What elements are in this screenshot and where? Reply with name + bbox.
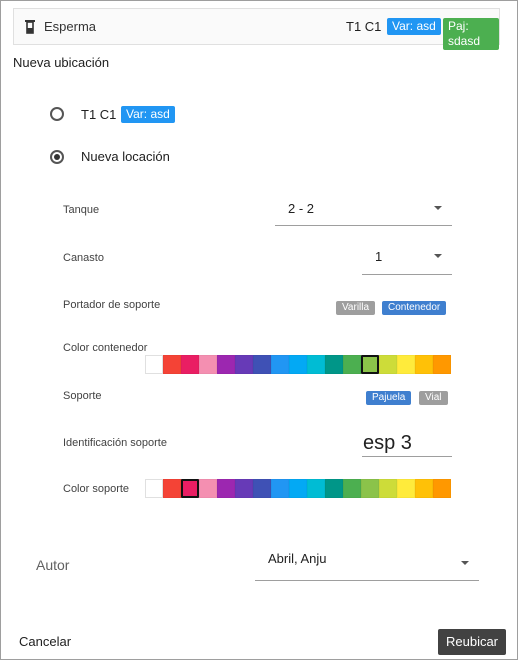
color-soporte-swatch[interactable] bbox=[271, 479, 289, 498]
dialog: Esperma T1 C1 Var: asd Paj: sdasd Nueva … bbox=[0, 0, 518, 660]
tanque-label: Tanque bbox=[63, 204, 100, 216]
straw-badge: Paj: sdasd bbox=[443, 18, 499, 50]
color-soporte-swatch[interactable] bbox=[199, 479, 217, 498]
canasto-value: 1 bbox=[375, 249, 383, 264]
flask-icon bbox=[25, 20, 35, 34]
radio-new-location[interactable] bbox=[50, 150, 64, 164]
option-contenedor[interactable]: Contenedor bbox=[382, 301, 447, 315]
radio-new-location-label[interactable]: Nueva locación bbox=[81, 149, 170, 164]
color-soporte-swatch[interactable] bbox=[181, 479, 199, 498]
identificacion-input[interactable]: esp 3 bbox=[362, 429, 452, 457]
color-contenedor-swatch[interactable] bbox=[217, 355, 235, 374]
option-vial[interactable]: Vial bbox=[419, 391, 448, 405]
color-soporte-palette bbox=[145, 479, 451, 498]
color-contenedor-swatch[interactable] bbox=[307, 355, 325, 374]
color-soporte-swatch[interactable] bbox=[415, 479, 433, 498]
color-soporte-swatch[interactable] bbox=[235, 479, 253, 498]
color-contenedor-swatch[interactable] bbox=[199, 355, 217, 374]
color-soporte-swatch[interactable] bbox=[145, 479, 163, 498]
color-contenedor-swatch[interactable] bbox=[397, 355, 415, 374]
color-contenedor-swatch[interactable] bbox=[271, 355, 289, 374]
sample-name: Esperma bbox=[44, 19, 97, 34]
soporte-label: Soporte bbox=[63, 390, 102, 402]
color-contenedor-swatch[interactable] bbox=[343, 355, 361, 374]
author-value: Abril, Anju bbox=[268, 551, 327, 566]
color-soporte-swatch[interactable] bbox=[217, 479, 235, 498]
color-soporte-swatch[interactable] bbox=[379, 479, 397, 498]
author-label: Autor bbox=[36, 557, 70, 573]
color-soporte-label: Color soporte bbox=[63, 483, 130, 495]
tanque-select[interactable]: 2 - 2 bbox=[275, 199, 452, 226]
color-contenedor-palette bbox=[145, 355, 451, 374]
canasto-label: Canasto bbox=[63, 252, 104, 264]
identificacion-label: Identificación soporte bbox=[63, 437, 167, 449]
color-contenedor-label: Color contenedor bbox=[63, 342, 148, 354]
sample-position: T1 C1 bbox=[346, 19, 382, 34]
canasto-select[interactable]: 1 bbox=[362, 247, 452, 275]
color-contenedor-swatch[interactable] bbox=[289, 355, 307, 374]
color-soporte-swatch[interactable] bbox=[433, 479, 451, 498]
portador-label: Portador de soporte bbox=[63, 299, 161, 311]
color-contenedor-swatch[interactable] bbox=[253, 355, 271, 374]
color-contenedor-swatch[interactable] bbox=[379, 355, 397, 374]
color-soporte-swatch[interactable] bbox=[163, 479, 181, 498]
author-select[interactable]: Abril, Anju bbox=[255, 549, 479, 581]
variety-badge: Var: asd bbox=[121, 106, 175, 123]
color-soporte-swatch[interactable] bbox=[289, 479, 307, 498]
color-soporte-swatch[interactable] bbox=[361, 479, 379, 498]
radio-current-location[interactable] bbox=[50, 107, 64, 121]
color-contenedor-swatch[interactable] bbox=[181, 355, 199, 374]
color-soporte-swatch[interactable] bbox=[307, 479, 325, 498]
color-contenedor-swatch[interactable] bbox=[433, 355, 451, 374]
color-soporte-swatch[interactable] bbox=[343, 479, 361, 498]
sample-card: Esperma T1 C1 Var: asd Paj: sdasd bbox=[13, 8, 500, 50]
chevron-down-icon bbox=[461, 561, 469, 565]
variety-badge: Var: asd bbox=[387, 18, 441, 35]
radio-current-location-label[interactable]: T1 C1 bbox=[81, 107, 116, 122]
option-varilla[interactable]: Varilla bbox=[336, 301, 376, 315]
color-soporte-swatch[interactable] bbox=[325, 479, 343, 498]
section-title: Nueva ubicación bbox=[13, 55, 110, 70]
color-contenedor-swatch[interactable] bbox=[235, 355, 253, 374]
color-soporte-swatch[interactable] bbox=[397, 479, 415, 498]
color-soporte-swatch[interactable] bbox=[253, 479, 271, 498]
color-contenedor-swatch[interactable] bbox=[163, 355, 181, 374]
color-contenedor-swatch[interactable] bbox=[361, 355, 379, 374]
color-contenedor-swatch[interactable] bbox=[415, 355, 433, 374]
chevron-down-icon bbox=[434, 254, 442, 258]
submit-button[interactable]: Reubicar bbox=[438, 629, 506, 655]
color-contenedor-swatch[interactable] bbox=[145, 355, 163, 374]
cancel-button[interactable]: Cancelar bbox=[19, 634, 71, 649]
option-pajuela[interactable]: Pajuela bbox=[366, 391, 412, 405]
color-contenedor-swatch[interactable] bbox=[325, 355, 343, 374]
tanque-value: 2 - 2 bbox=[288, 201, 315, 216]
chevron-down-icon bbox=[434, 206, 442, 210]
